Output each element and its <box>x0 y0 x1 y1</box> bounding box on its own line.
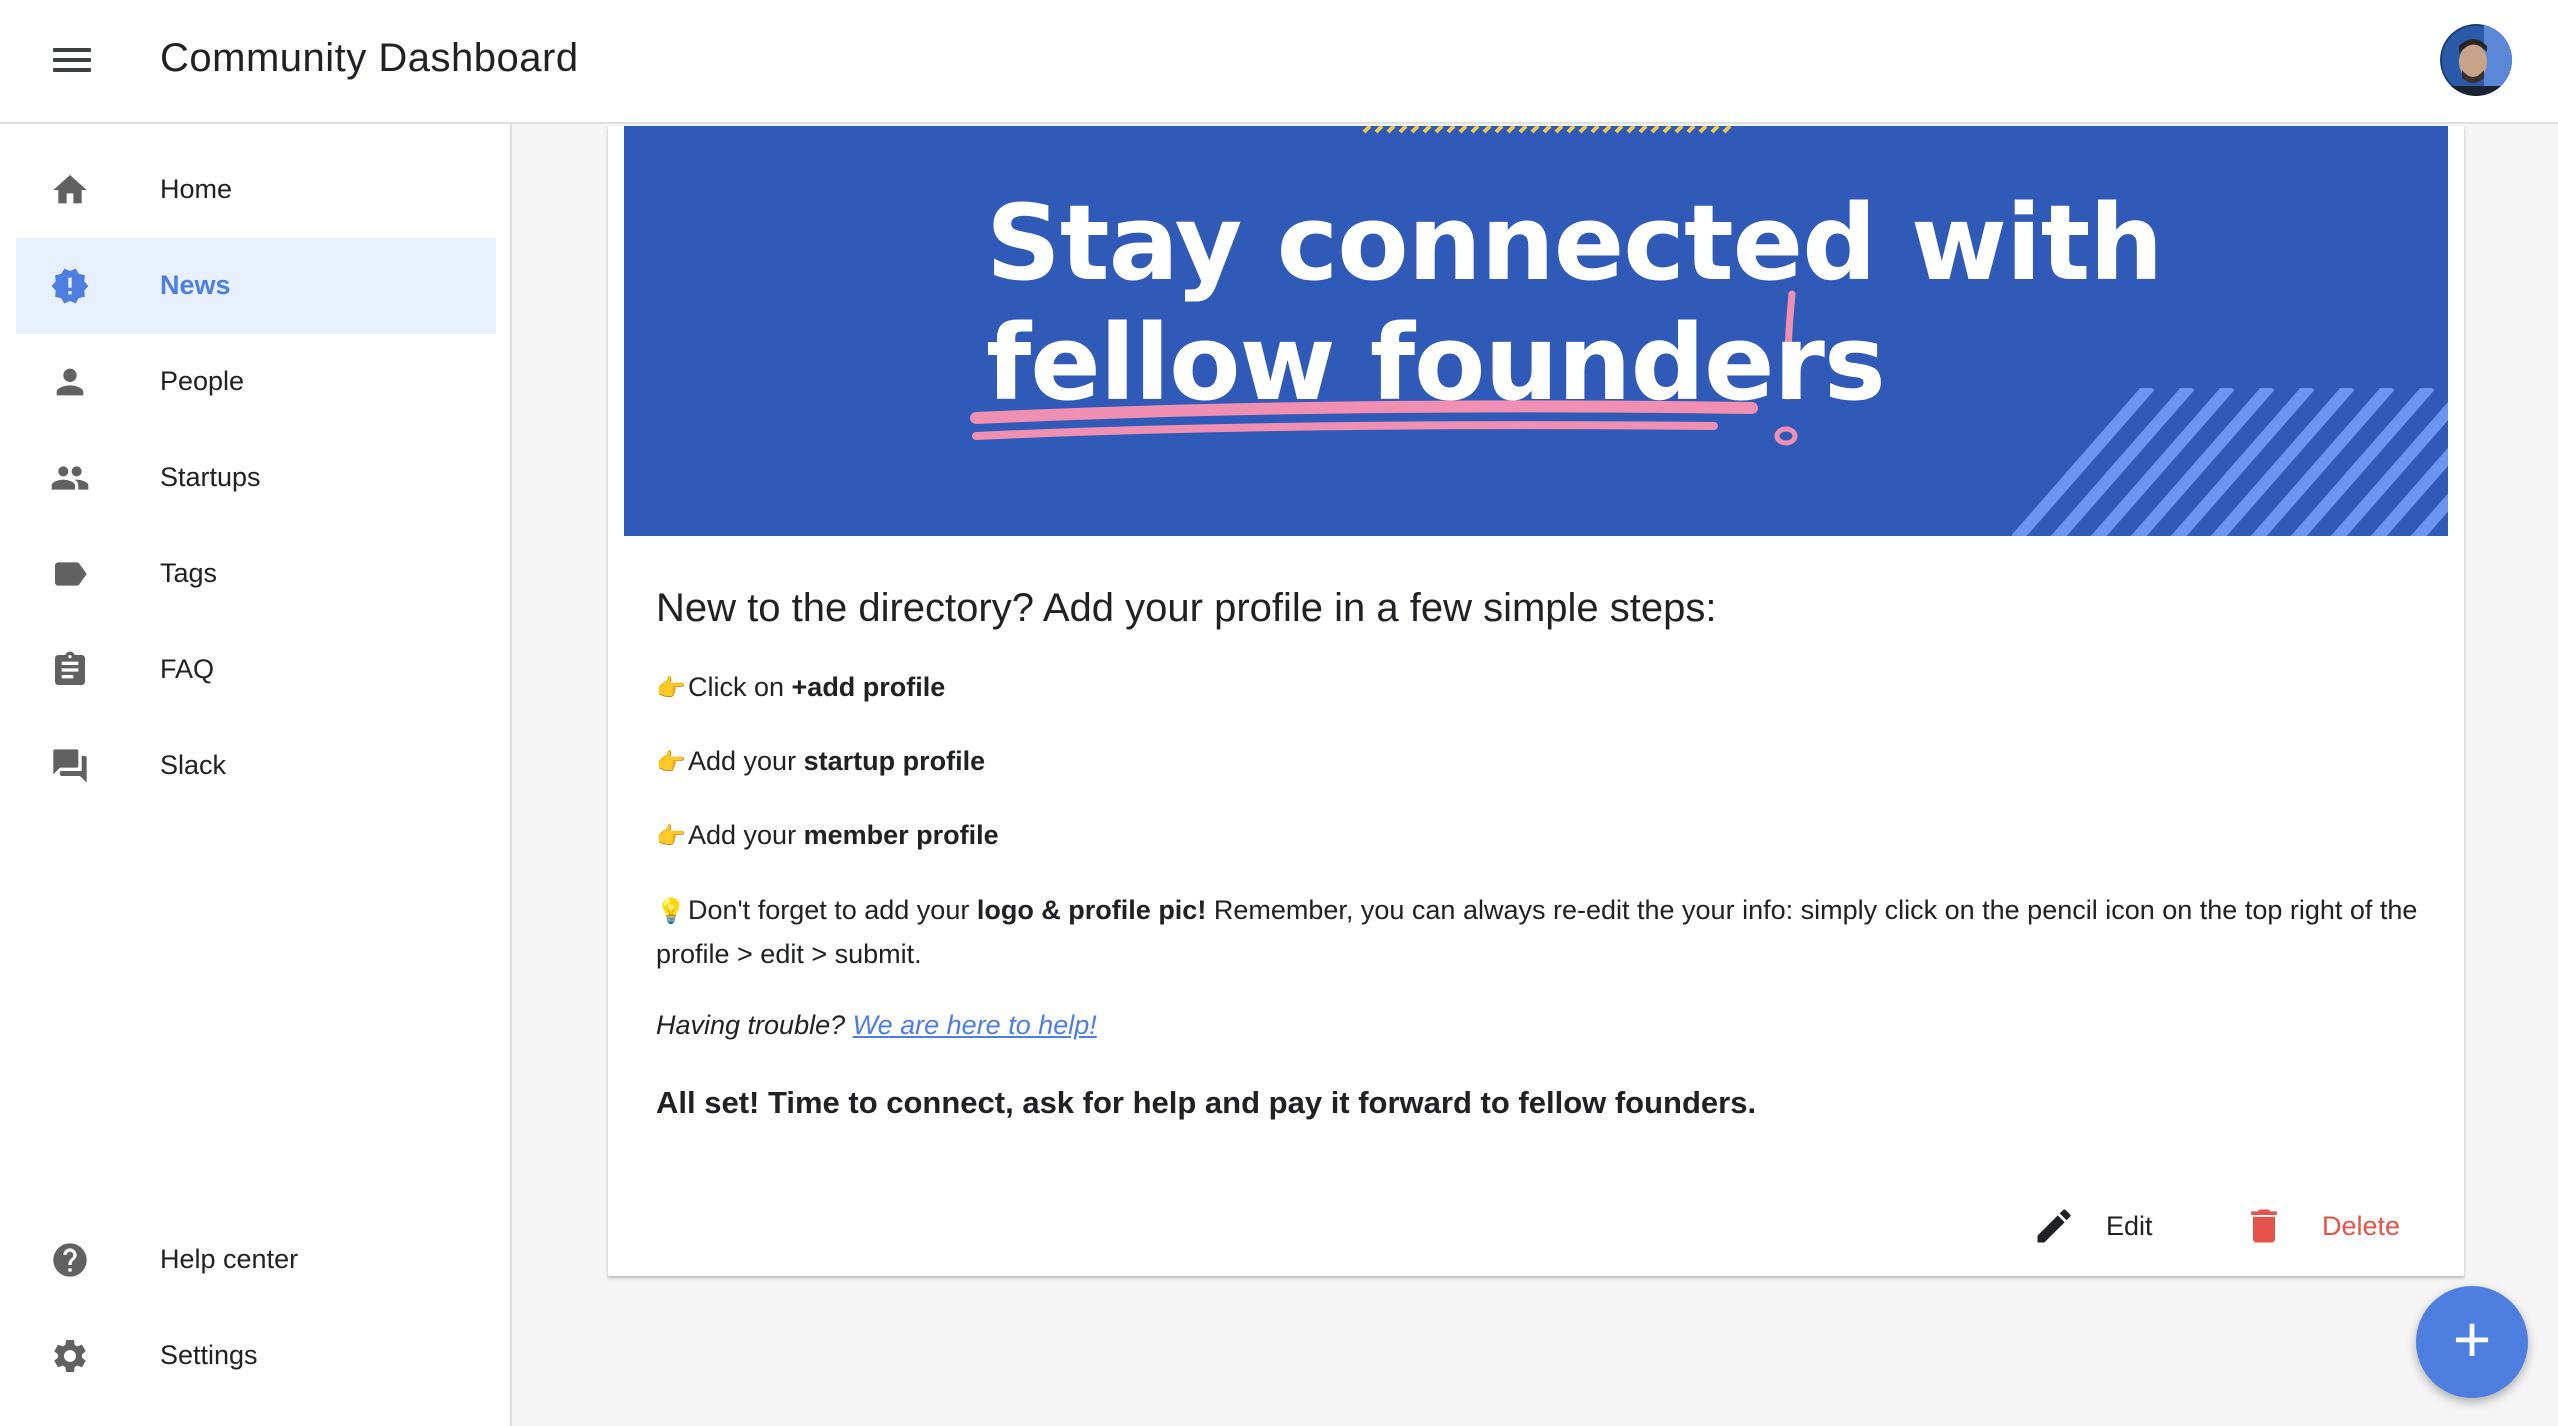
step-text: Click on <box>688 672 792 702</box>
sidebar-item-label: Startups <box>160 462 261 492</box>
closing-text: All set! Time to connect, ask for help a… <box>656 1085 1757 1120</box>
trash-icon <box>2251 1209 2277 1243</box>
news-badge-icon <box>50 266 90 306</box>
top-app-bar: Community Dashboard <box>0 0 2558 124</box>
banner-headline-line2: fellow founders <box>986 302 1886 424</box>
post-banner-image: Stay connected with fellow founders <box>624 126 2448 536</box>
sidebar-item-label: Slack <box>160 750 227 780</box>
sidebar-item-label: Home <box>160 174 233 204</box>
person-icon <box>50 362 90 402</box>
step-bold-text: startup profile <box>803 746 986 776</box>
step-item: 👉Add your member profile <box>656 815 2436 889</box>
edit-button[interactable]: Edit <box>2032 1196 2153 1256</box>
sidebar-item-home[interactable]: Home <box>16 142 496 238</box>
sidebar-item-people[interactable]: People <box>16 334 496 430</box>
sidebar: Home News People Startups Tags FAQ Slack… <box>0 124 512 1426</box>
sidebar-item-settings[interactable]: Settings <box>16 1308 496 1404</box>
avatar[interactable] <box>2440 24 2512 96</box>
help-paragraph: Having trouble? We are here to help! <box>656 1005 2436 1045</box>
sidebar-item-faq[interactable]: FAQ <box>16 622 496 718</box>
tip-paragraph: 💡Don't forget to add your logo & profile… <box>656 889 2436 975</box>
pointing-hand-icon: 👉 <box>656 675 686 702</box>
gear-icon <box>50 1336 90 1376</box>
step-bold-text: member profile <box>803 820 999 850</box>
sidebar-item-help-center[interactable]: Help center <box>16 1212 496 1308</box>
sidebar-item-label: News <box>160 270 231 300</box>
sidebar-item-news[interactable]: News <box>16 238 496 334</box>
trouble-text: Having trouble? <box>656 1010 853 1040</box>
lightbulb-icon: 💡 <box>656 898 686 925</box>
label-icon <box>50 554 90 594</box>
sidebar-item-slack[interactable]: Slack <box>16 718 496 814</box>
pointing-hand-icon: 👉 <box>656 749 686 776</box>
sidebar-item-label: Tags <box>160 558 218 588</box>
tip-bold-text: logo & profile pic! <box>976 895 1207 925</box>
sidebar-item-label: People <box>160 366 245 396</box>
delete-button[interactable]: Delete <box>2242 1196 2400 1256</box>
clipboard-icon <box>50 650 90 690</box>
banner-headline-line1: Stay connected with <box>986 182 2163 304</box>
sidebar-item-startups[interactable]: Startups <box>16 430 496 526</box>
help-link[interactable]: We are here to help! <box>853 1010 1097 1040</box>
edit-label: Edit <box>2106 1210 2153 1241</box>
tip-text: Don't forget to add your <box>688 895 977 925</box>
plus-icon: + <box>2452 1302 2492 1376</box>
app-title: Community Dashboard <box>160 36 579 80</box>
step-item: 👉Click on +add profile <box>656 667 2436 741</box>
step-bold-text: +add profile <box>791 672 946 702</box>
sidebar-item-tags[interactable]: Tags <box>16 526 496 622</box>
add-button[interactable]: + <box>2416 1286 2528 1398</box>
sidebar-item-label: Help center <box>160 1244 299 1274</box>
post-heading: New to the directory? Add your profile i… <box>656 586 1717 630</box>
help-icon <box>50 1240 90 1280</box>
step-item: 👉Add your startup profile <box>656 741 2436 815</box>
news-post-card: Stay connected with fellow founders New … <box>608 126 2464 1276</box>
chat-icon <box>50 746 90 786</box>
sidebar-item-label: Settings <box>160 1340 258 1370</box>
pencil-icon <box>2037 1209 2071 1243</box>
delete-label: Delete <box>2322 1210 2401 1241</box>
home-icon <box>50 170 90 210</box>
post-body: New to the directory? Add your profile i… <box>656 586 2436 1121</box>
step-text: Add your <box>688 746 804 776</box>
group-icon <box>50 458 90 498</box>
hamburger-menu-icon[interactable] <box>48 42 96 82</box>
sidebar-item-label: FAQ <box>160 654 215 684</box>
pointing-hand-icon: 👉 <box>656 823 686 850</box>
step-text: Add your <box>688 820 804 850</box>
